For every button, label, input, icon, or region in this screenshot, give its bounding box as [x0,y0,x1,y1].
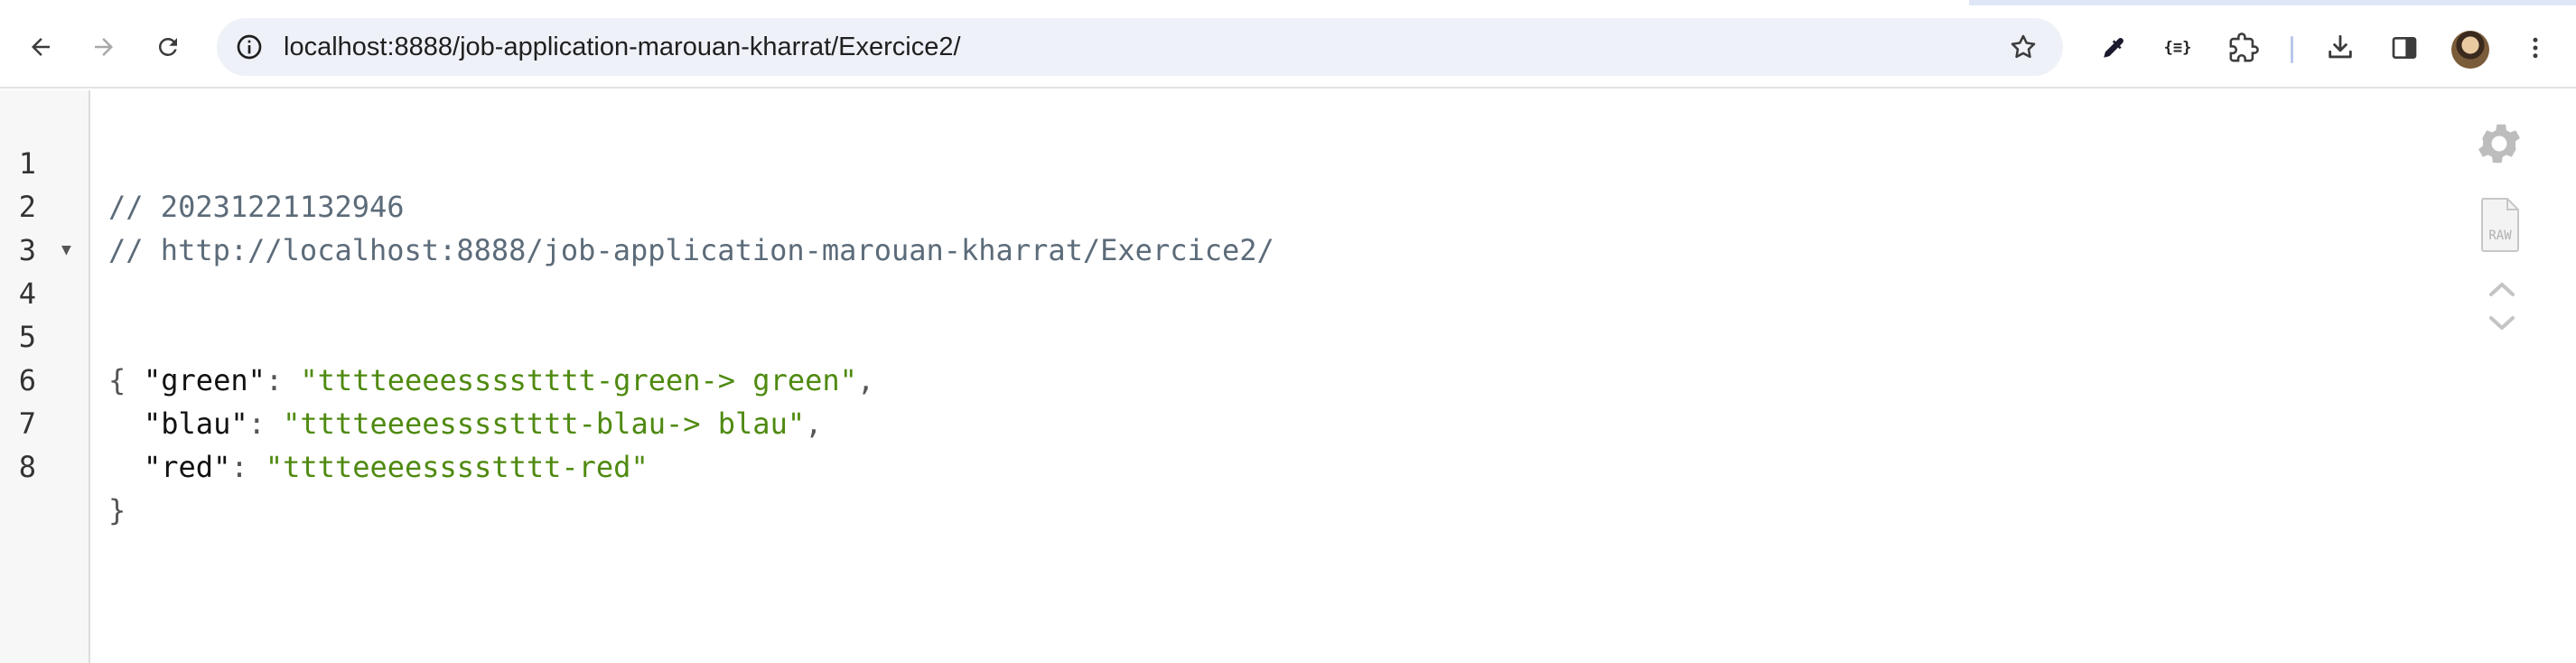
puzzle-icon [2229,33,2259,62]
settings-button[interactable] [2473,117,2525,170]
raw-view-button[interactable]: RAW [2478,197,2522,253]
code-line: 4 ▼ { [0,229,126,397]
browser-toolbar: localhost:8888/job-application-marouan-k… [0,5,2576,89]
code-line: 3 [0,185,36,267]
code-line: 1 // 20231221132946 [0,98,405,224]
open-brace: { [108,363,126,397]
chevron-down-icon [2489,316,2515,330]
json-key: "green" [144,363,266,397]
url-text[interactable]: localhost:8888/job-application-marouan-k… [284,18,961,76]
code-line: 6 "blau": "tttteeeesssstttt-blau-> blau"… [0,315,823,441]
code-line: 5 "green": "tttteeeesssstttt-green-> gre… [0,272,874,397]
extensions-button[interactable] [2223,27,2264,69]
json-key: "red" [144,450,231,484]
reload-button[interactable] [146,25,190,69]
chevron-up-icon [2489,283,2515,296]
code-line: 8 } [0,402,126,528]
more-vertical-icon [2533,37,2538,59]
json-colon: : [247,406,284,441]
gear-icon [2478,124,2520,163]
address-bar[interactable]: localhost:8888/job-application-marouan-k… [217,18,2063,76]
expand-all-button[interactable] [2484,311,2520,336]
json-string-value: "tttteeeesssstttt-blau-> blau" [283,406,806,441]
code-line: 7 "red": "tttteeeesssstttt-red" [0,359,649,484]
json-string-value: "tttteeeesssstttt-green-> green" [300,363,857,397]
raw-file-icon: RAW [2481,198,2519,252]
url-comment: // http://localhost:8888/job-application… [108,233,1274,267]
arrow-right-icon [95,38,113,56]
json-colon: : [230,450,266,484]
arrow-left-icon [32,38,50,56]
close-brace: } [108,493,126,528]
json-viewer-extension-button[interactable]: {≡} [2157,27,2198,69]
forward-button[interactable] [82,25,126,69]
browser-menu-button[interactable] [2515,27,2556,69]
site-info-icon[interactable] [231,29,267,65]
fold-toggle-icon[interactable]: ▼ [61,229,71,272]
bookmark-star-icon[interactable] [2005,29,2041,65]
json-comma: , [856,363,875,397]
raw-label: RAW [2488,229,2512,243]
reload-icon [158,37,177,56]
side-panel-button[interactable] [2384,27,2425,69]
downloads-button[interactable] [2319,27,2361,69]
back-button[interactable] [19,25,62,69]
toolbar-separator [2291,36,2293,63]
timestamp-comment: // 20231221132946 [108,190,405,224]
line-number: 8 [18,450,36,484]
json-comma: , [805,406,823,441]
eyedropper-icon [2104,38,2123,58]
json-colon: : [265,363,301,397]
eyedropper-extension-button[interactable] [2093,27,2134,69]
profile-avatar[interactable] [2451,31,2489,69]
download-icon [2329,34,2352,59]
json-key: "blau" [144,406,248,441]
json-braces-icon: {≡} [2163,39,2192,57]
code-line: 2 // http://localhost:8888/job-applicati… [0,142,1274,267]
side-panel-icon [2392,37,2417,59]
json-string-value: "tttteeeesssstttt-red" [265,450,649,484]
collapse-all-button[interactable] [2484,276,2520,302]
